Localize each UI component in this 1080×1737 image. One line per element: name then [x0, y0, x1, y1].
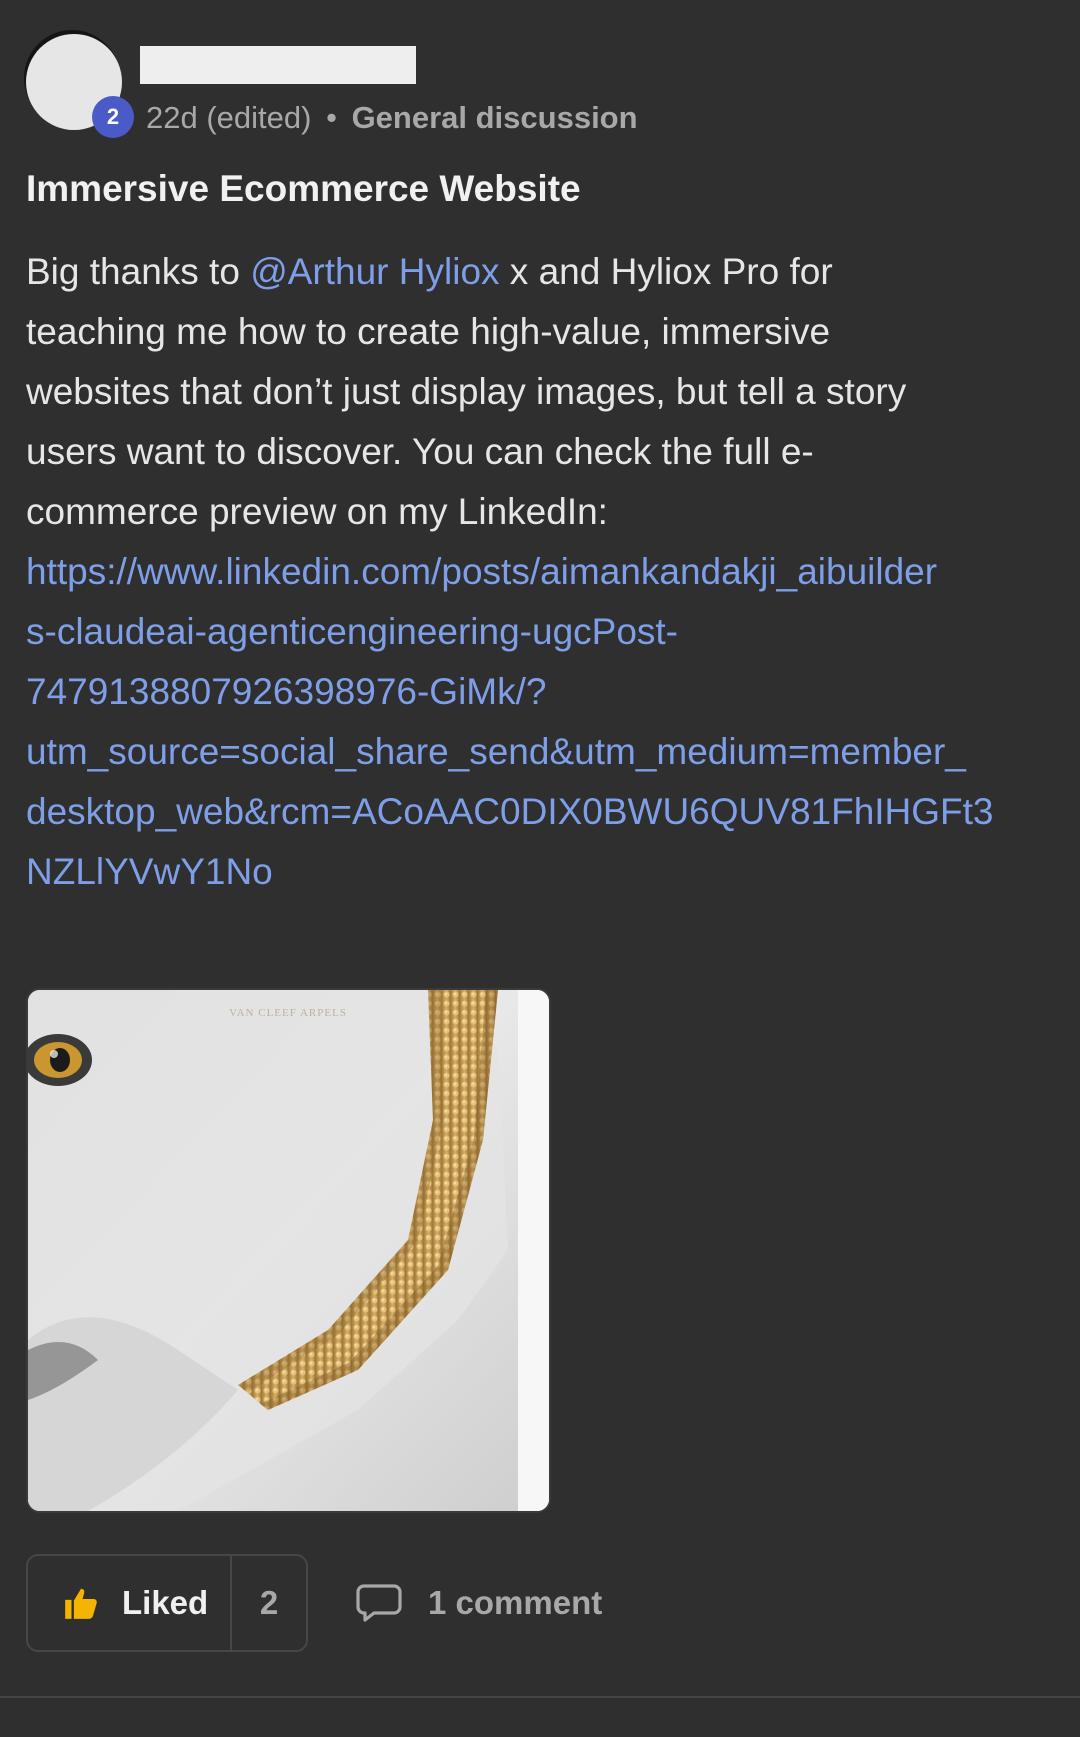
post-header: 2 22d (edited) • General discussion: [26, 34, 1046, 144]
post-age: 22d (edited): [146, 100, 312, 135]
body-line-1: Big thanks to @Arthur Hyliox x and Hylio…: [26, 242, 1056, 302]
post-title: Immersive Ecommerce Website: [26, 168, 581, 209]
category-link[interactable]: General discussion: [352, 100, 638, 135]
mention-link[interactable]: @Arthur Hyliox: [250, 251, 499, 292]
linkedin-link-line-2[interactable]: s-claudeai-agenticengineering-ugcPost-: [26, 602, 1056, 662]
body-line-2: teaching me how to create high-value, im…: [26, 311, 831, 352]
linkedin-link-line-5[interactable]: desktop_web&rcm=ACoAAC0DIX0BWU6QUV81FhIH…: [26, 782, 1056, 842]
post-body: Big thanks to @Arthur Hyliox x and Hylio…: [26, 242, 1056, 902]
post-actions: Liked 2 1 comment: [26, 1554, 1046, 1654]
body-line-4: users want to discover. You can check th…: [26, 431, 814, 472]
post-divider: [0, 1696, 1080, 1698]
linkedin-link-line-1[interactable]: https://www.linkedin.com/posts/aimankand…: [26, 542, 1056, 602]
body-text: x and Hyliox Pro for: [499, 251, 833, 292]
author-name-redacted[interactable]: [140, 46, 416, 84]
thumbs-up-icon: [65, 1588, 97, 1619]
level-badge: 2: [92, 96, 134, 138]
body-line-5: commerce preview on my LinkedIn:: [26, 491, 608, 532]
like-count[interactable]: 2: [232, 1556, 306, 1650]
meta-separator: •: [326, 100, 337, 135]
like-label: Liked: [122, 1584, 209, 1621]
post-meta: 22d (edited) • General discussion: [146, 100, 638, 136]
post-image[interactable]: VAN CLEEF ARPELS: [26, 988, 551, 1513]
linkedin-link-line-4[interactable]: utm_source=social_share_send&utm_medium=…: [26, 722, 1056, 782]
comment-button[interactable]: 1 comment: [356, 1554, 602, 1652]
body-line-3: websites that don’t just display images,…: [26, 371, 907, 412]
body-text: Big thanks to: [26, 251, 251, 292]
linkedin-link-line-3[interactable]: 7479138807926398976-GiMk/?: [26, 662, 1056, 722]
author-avatar-wrap[interactable]: 2: [26, 34, 134, 138]
linkedin-link-line-6[interactable]: NZLlYVwY1No: [26, 842, 1056, 902]
like-button[interactable]: Liked: [28, 1556, 230, 1650]
image-watermark: VAN CLEEF ARPELS: [229, 1007, 347, 1019]
comment-bubble-icon: [356, 1584, 402, 1622]
post-card: 2 22d (edited) • General discussion Imme…: [0, 0, 1080, 1737]
lion-collar-image: VAN CLEEF ARPELS: [28, 990, 549, 1511]
comment-count-label: 1 comment: [428, 1584, 603, 1621]
like-group: Liked 2: [26, 1554, 308, 1652]
